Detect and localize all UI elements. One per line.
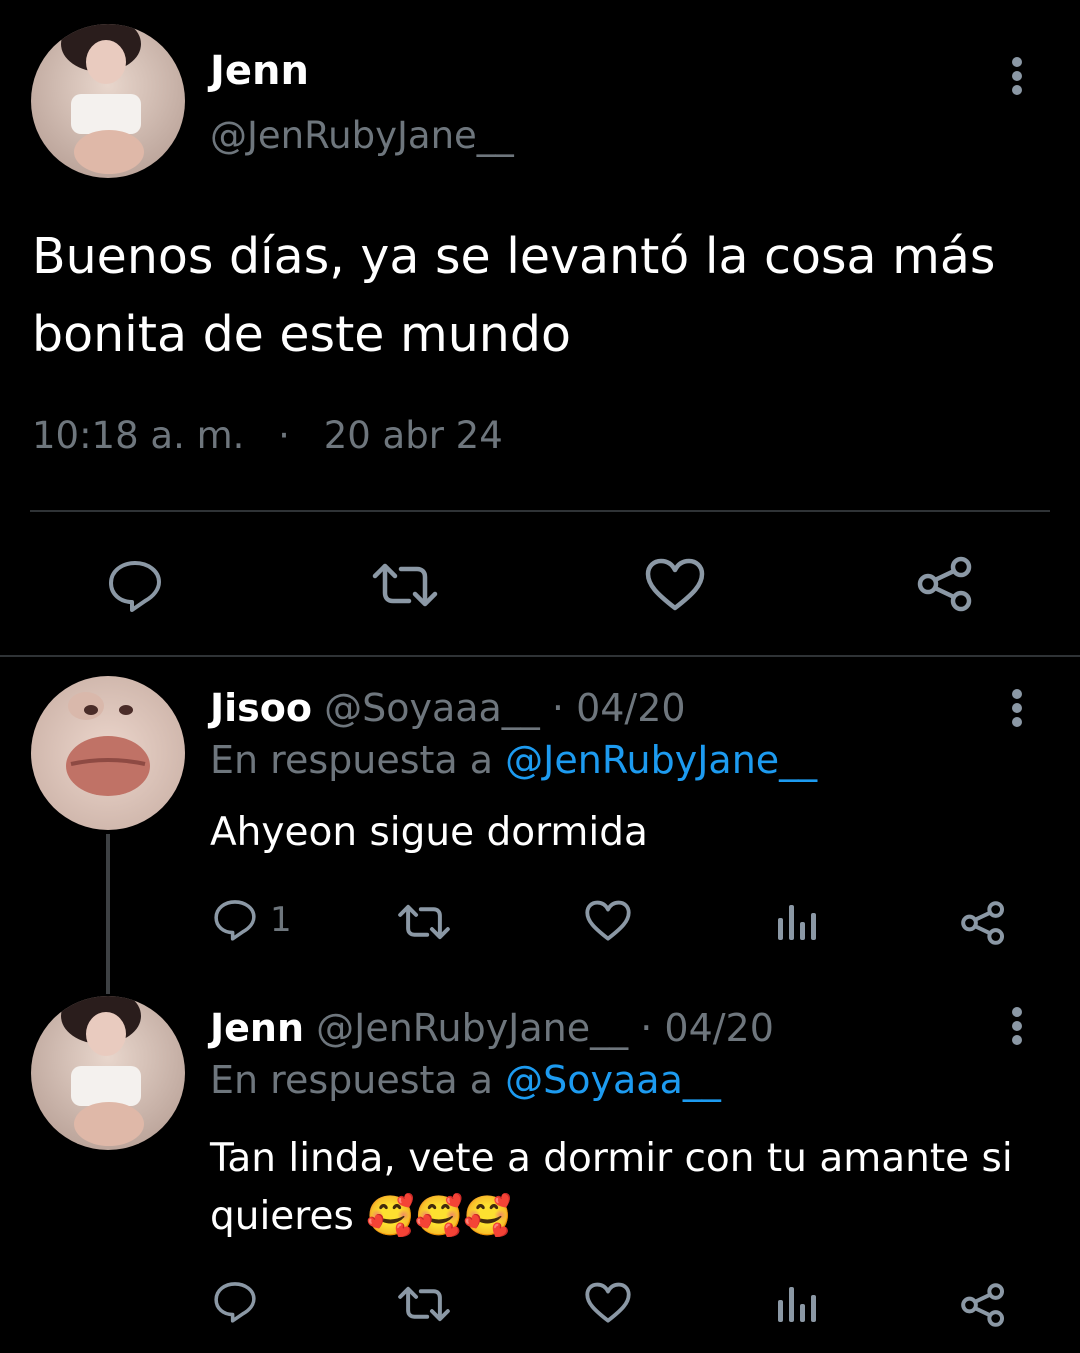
- reply-context: En respuesta a @Soyaaa__: [210, 1058, 721, 1102]
- share-icon[interactable]: [960, 1282, 1006, 1328]
- divider: [30, 510, 1050, 512]
- divider: [0, 655, 1080, 657]
- author-name[interactable]: Jenn: [210, 1006, 304, 1050]
- tweet-text: Ahyeon sigue dormida: [210, 810, 648, 855]
- tweet-text-line: bonita de este mundo: [32, 306, 571, 363]
- tweet-text-line: Buenos días, ya se levantó la cosa más: [32, 228, 996, 285]
- retweet-icon[interactable]: [371, 560, 439, 610]
- more-icon[interactable]: [1005, 56, 1029, 96]
- like-icon[interactable]: [585, 900, 631, 942]
- tweet-date[interactable]: · 04/20: [552, 686, 686, 730]
- reply-header: Jenn @JenRubyJane__ · 04/20: [210, 1006, 774, 1050]
- author-handle[interactable]: @JenRubyJane__: [316, 1006, 628, 1050]
- dot-separator: ·: [278, 414, 290, 457]
- retweet-icon[interactable]: [397, 1284, 451, 1324]
- reply-icon[interactable]: [107, 558, 163, 614]
- author-handle[interactable]: @Soyaaa__: [324, 686, 540, 730]
- more-icon[interactable]: [1005, 688, 1029, 728]
- reply-header: Jisoo @Soyaaa__ · 04/20: [210, 686, 686, 730]
- tweet-timestamp: 10:18 a. m. · 20 abr 24: [32, 414, 503, 457]
- tweet-text: Buenos días, ya se levantó la cosa más b…: [32, 218, 995, 374]
- tweet-text: Tan linda, vete a dormir con tu amante s…: [210, 1130, 1013, 1246]
- author-name[interactable]: Jenn: [210, 48, 309, 94]
- tweet-text-line: Tan linda, vete a dormir con tu amante s…: [210, 1136, 1013, 1181]
- views-icon[interactable]: [777, 1284, 817, 1324]
- reply-mention[interactable]: @Soyaaa__: [505, 1058, 721, 1102]
- share-icon[interactable]: [960, 900, 1006, 946]
- avatar[interactable]: [31, 996, 185, 1150]
- share-icon[interactable]: [916, 555, 974, 613]
- tweet-text-line: quieres 🥰🥰🥰: [210, 1194, 512, 1239]
- tweet-time: 10:18 a. m.: [32, 414, 245, 457]
- reply-icon[interactable]: [213, 1280, 257, 1324]
- author-handle[interactable]: @JenRubyJane__: [210, 114, 514, 157]
- reply-icon[interactable]: [213, 898, 257, 942]
- avatar[interactable]: [31, 24, 185, 178]
- author-name[interactable]: Jisoo: [210, 686, 312, 730]
- more-icon[interactable]: [1005, 1006, 1029, 1046]
- like-icon[interactable]: [645, 558, 705, 612]
- reply-prefix: En respuesta a: [210, 1058, 506, 1102]
- views-icon[interactable]: [777, 902, 817, 942]
- avatar[interactable]: [31, 676, 185, 830]
- reply-prefix: En respuesta a: [210, 738, 506, 782]
- tweet-date[interactable]: 20 abr 24: [324, 414, 503, 457]
- thread-line: [106, 834, 110, 994]
- retweet-icon[interactable]: [397, 902, 451, 942]
- reply-mention[interactable]: @JenRubyJane__: [505, 738, 817, 782]
- reply-context: En respuesta a @JenRubyJane__: [210, 738, 817, 782]
- reply-count: 1: [270, 900, 292, 940]
- like-icon[interactable]: [585, 1282, 631, 1324]
- tweet-date[interactable]: · 04/20: [640, 1006, 774, 1050]
